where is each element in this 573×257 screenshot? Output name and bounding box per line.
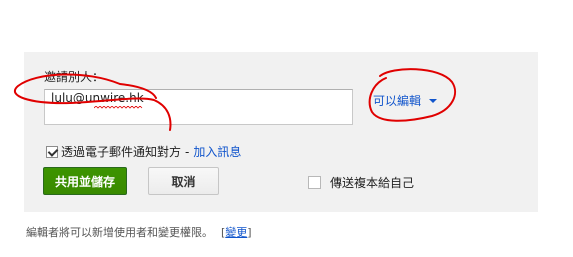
- send-copy-checkbox[interactable]: [308, 176, 321, 189]
- notify-separator: -: [185, 144, 190, 159]
- notify-checkbox[interactable]: [46, 145, 58, 158]
- cancel-button[interactable]: 取消: [148, 167, 219, 195]
- notify-label: 透過電子郵件通知對方: [61, 145, 182, 159]
- footer-text: 編輯者將可以新增使用者和變更權限。: [26, 226, 213, 239]
- send-copy-label: 傳送複本給自己: [330, 176, 415, 190]
- notify-option: 透過電子郵件通知對方 - 加入訊息: [46, 143, 241, 160]
- footer-bracket-close: ]: [247, 225, 252, 239]
- footer-note: 編輯者將可以新增使用者和變更權限。 [ 變更 ]: [26, 224, 252, 240]
- share-and-save-button[interactable]: 共用並儲存: [43, 167, 127, 195]
- permission-dropdown-label: 可以編輯: [373, 94, 422, 108]
- permission-dropdown[interactable]: 可以編輯: [373, 92, 438, 109]
- invite-people-label: 邀請別人：: [44, 70, 105, 84]
- send-copy-option: 傳送複本給自己: [308, 174, 414, 191]
- change-permission-link[interactable]: 變更: [225, 224, 247, 240]
- add-message-link[interactable]: 加入訊息: [193, 143, 241, 160]
- spellcheck-underline: [94, 106, 143, 109]
- chevron-down-icon: [429, 99, 438, 103]
- invite-people-input[interactable]: [44, 89, 353, 125]
